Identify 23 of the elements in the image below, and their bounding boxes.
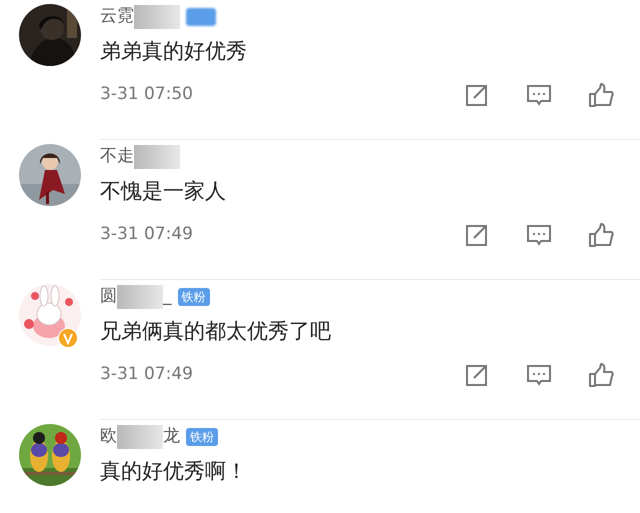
comment-text: 不愧是一家人 (100, 178, 227, 205)
redaction-blur (134, 5, 180, 29)
fan-badge: 铁粉 (186, 428, 218, 446)
comment-time: 3-31 07:50 (100, 82, 194, 106)
comment-text: 兄弟俩真的都太优秀了吧 (100, 318, 332, 345)
redaction-blur (117, 425, 163, 449)
fan-badge (186, 8, 216, 26)
comment-time: 3-31 07:49 (100, 362, 194, 386)
comment-text: 弟弟真的好优秀 (100, 38, 248, 65)
user-name[interactable]: _ (163, 284, 172, 310)
user-name[interactable]: 圆 (100, 284, 117, 310)
thumbs-up-icon[interactable] (588, 222, 614, 248)
redaction-blur (134, 145, 180, 169)
redaction-blur (117, 285, 163, 309)
user-name[interactable]: 龙 (163, 424, 180, 450)
thumbs-up-icon[interactable] (588, 362, 614, 388)
comment-time: 3-31 07:49 (100, 222, 194, 246)
user-name[interactable]: 云霓 (100, 4, 134, 30)
fan-badge: 铁粉 (178, 288, 210, 306)
comment-text: 真的好优秀啊！ (100, 458, 248, 485)
thumbs-up-icon[interactable] (588, 82, 614, 108)
user-name[interactable]: 欧 (100, 424, 117, 450)
user-name[interactable]: 不走 (100, 144, 134, 170)
